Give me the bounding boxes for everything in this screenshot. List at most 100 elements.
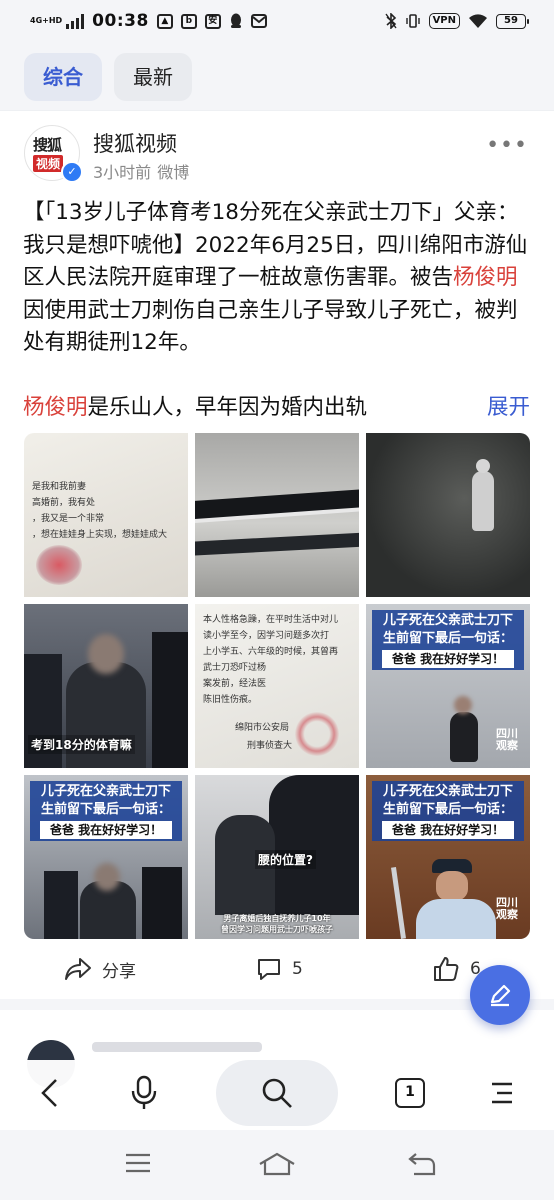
doc-line: 武士刀恐吓过杨 <box>203 663 267 673</box>
child-figure <box>450 712 478 762</box>
post-text-part-2: 因使用武士刀刺伤自己亲生儿子导致儿子死亡，被判处有期徒刑12年。 <box>23 297 518 356</box>
tab-latest[interactable]: 最新 <box>114 53 192 101</box>
doc-line: 上小学五、六年级的时候，其曾再 <box>203 647 339 657</box>
qq-icon <box>230 13 241 28</box>
author-name[interactable]: 搜狐视频 <box>93 128 177 158</box>
doc-line: 本人性格急躁，在平时生活中对儿 <box>203 615 339 625</box>
photo-caption: 儿子死在父亲武士刀下 生前留下最后一句话： 爸爸 我在好好学习！ <box>372 610 524 670</box>
photo-5[interactable]: 本人性格急躁，在平时生活中对儿 读小学至今，因学习问题多次打 上小学五、六年级的… <box>195 604 359 768</box>
photo-3[interactable] <box>366 433 530 597</box>
menu-button[interactable] <box>474 1060 530 1126</box>
photo-9[interactable]: 儿子死在父亲武士刀下 生前留下最后一句话： 爸爸 我在好好学习！ 四川观察 <box>366 775 530 939</box>
home-icon <box>259 1152 295 1176</box>
status-bar: 4G+HD 00:38 ▲ b 安 VPN 59 <box>0 0 554 42</box>
text-fade <box>370 392 470 424</box>
menu-icon <box>492 1082 512 1104</box>
post-text-part-1: 【「13岁儿子体育考18分死在父亲武士刀下」父亲：我只是想吓唬他】2022年6月… <box>23 200 528 290</box>
photo-1[interactable]: 是我和我前妻 高婚前，我有处 ，我又是一个非常 ，想在娃娃身上实现，想娃娃成大 <box>24 433 188 597</box>
system-nav-bar <box>0 1130 554 1200</box>
gallery-icon: ▲ <box>156 13 173 29</box>
photo-4[interactable]: 考到18分的体育嘛 <box>24 604 188 768</box>
network-type: 4G+HD <box>30 16 63 25</box>
officer-body <box>416 899 496 939</box>
vpn-badge: VPN <box>428 13 460 29</box>
thumbs-up-icon <box>434 957 459 981</box>
back-button[interactable] <box>22 1060 78 1126</box>
doc-line: ，我又是一个非常 <box>32 514 105 524</box>
recent-apps-button[interactable] <box>124 1152 152 1178</box>
doc-line: ，想在娃娃身上实现，想娃娃成大 <box>32 530 168 540</box>
post-card[interactable]: 搜狐 视频 ✓ 搜狐视频 3小时前 微博 ••• 【「13岁儿子体育考18分死在父… <box>0 110 554 999</box>
home-button[interactable] <box>258 1152 296 1180</box>
compose-button[interactable] <box>470 965 530 1025</box>
caption-line: 生前留下最后一句话： <box>40 802 171 817</box>
video-subtitle: 腰的位置? <box>255 850 316 869</box>
filter-tabs: 综合 最新 <box>24 53 192 101</box>
microphone-icon <box>131 1075 157 1109</box>
verified-icon: ✓ <box>61 161 83 183</box>
officer-back <box>269 775 359 915</box>
post-text-part-3: 是乐山人，早年因为婚内出轨 <box>87 395 368 420</box>
share-icon <box>65 958 91 980</box>
vibrate-icon <box>405 14 420 28</box>
officer-left <box>44 871 78 939</box>
watermark: 四川观察 <box>496 727 518 752</box>
photo-caption: 儿子死在父亲武士刀下 生前留下最后一句话： 爸爸 我在好好学习！ <box>30 781 182 841</box>
caption-line: 儿子死在父亲武士刀下 <box>40 784 171 799</box>
photo-8[interactable]: 腰的位置? 男子离婚后独自抚养儿子10年 曾因学习问题用武士刀吓唬孩子 <box>195 775 359 939</box>
figure-head <box>476 459 490 473</box>
suspect-face-blur <box>88 634 124 674</box>
caption-highlight: 爸爸 我在好好学习！ <box>40 821 172 839</box>
like-button[interactable]: 6 <box>432 956 481 982</box>
stamp-blur <box>36 545 82 585</box>
comment-button[interactable]: 5 <box>256 956 303 982</box>
post-meta: 3小时前 微博 <box>93 159 189 183</box>
back-nav-icon <box>408 1153 436 1176</box>
photo-6[interactable]: 儿子死在父亲武士刀下 生前留下最后一句话： 爸爸 我在好好学习！ 四川观察 <box>366 604 530 768</box>
stamp-blur <box>295 712 339 756</box>
recents-icon <box>126 1153 150 1173</box>
avatar[interactable]: 搜狐 视频 ✓ <box>24 125 83 183</box>
sword-held <box>391 867 406 939</box>
search-button[interactable] <box>216 1060 338 1126</box>
highlight-name-2: 杨俊明 <box>23 395 88 420</box>
mail-icon <box>250 14 267 28</box>
voice-button[interactable] <box>116 1060 172 1126</box>
suspect-face-blur <box>94 863 120 891</box>
figure-at-night <box>472 471 494 531</box>
subtitle-line: 男子离婚后独自抚养儿子10年 <box>223 914 331 923</box>
tabs-button[interactable]: 1 <box>382 1060 438 1126</box>
more-options-icon[interactable]: ••• <box>486 133 528 158</box>
officer-right <box>152 632 188 768</box>
signal-icon <box>66 13 85 29</box>
clock: 00:38 <box>92 11 149 31</box>
caption-line: 儿子死在父亲武士刀下 <box>382 613 513 628</box>
anbao-icon: 安 <box>204 13 221 29</box>
expand-button[interactable]: 展开 <box>482 392 530 425</box>
photo-7[interactable]: 儿子死在父亲武士刀下 生前留下最后一句话： 爸爸 我在好好学习！ <box>24 775 188 939</box>
subtitle-line: 曾因学习问题用武士刀吓唬孩子 <box>221 925 333 934</box>
pencil-icon <box>490 984 511 1007</box>
child-head <box>454 696 472 714</box>
post-time: 3小时前 <box>93 163 152 182</box>
search-icon <box>262 1078 292 1108</box>
officer-face <box>436 871 468 901</box>
caption-line: 生前留下最后一句话： <box>382 802 513 817</box>
video-subtitle: 考到18分的体育嘛 <box>28 735 135 754</box>
post-text[interactable]: 【「13岁儿子体育考18分死在父亲武士刀下」父亲：我只是想吓唬他】2022年6月… <box>23 197 533 360</box>
next-post-author-placeholder <box>92 1042 262 1052</box>
photo-2[interactable] <box>195 433 359 597</box>
back-nav-button[interactable] <box>408 1152 436 1180</box>
share-button[interactable]: 分享 <box>64 956 136 982</box>
battery-icon: 59 <box>496 13 529 29</box>
comment-count: 5 <box>292 959 303 979</box>
browser-toolbar: 1 <box>0 1060 554 1130</box>
avatar-logo-badge: 视频 <box>33 155 64 172</box>
sword-back <box>195 532 359 556</box>
bluetooth-icon <box>384 13 397 29</box>
tab-comprehensive[interactable]: 综合 <box>24 53 102 101</box>
subtitle-lines: 男子离婚后独自抚养儿子10年 曾因学习问题用武士刀吓唬孩子 <box>195 913 359 935</box>
doc-line: 是我和我前妻 <box>32 482 87 492</box>
officer-right <box>142 867 182 939</box>
highlight-name: 杨俊明 <box>453 265 518 290</box>
